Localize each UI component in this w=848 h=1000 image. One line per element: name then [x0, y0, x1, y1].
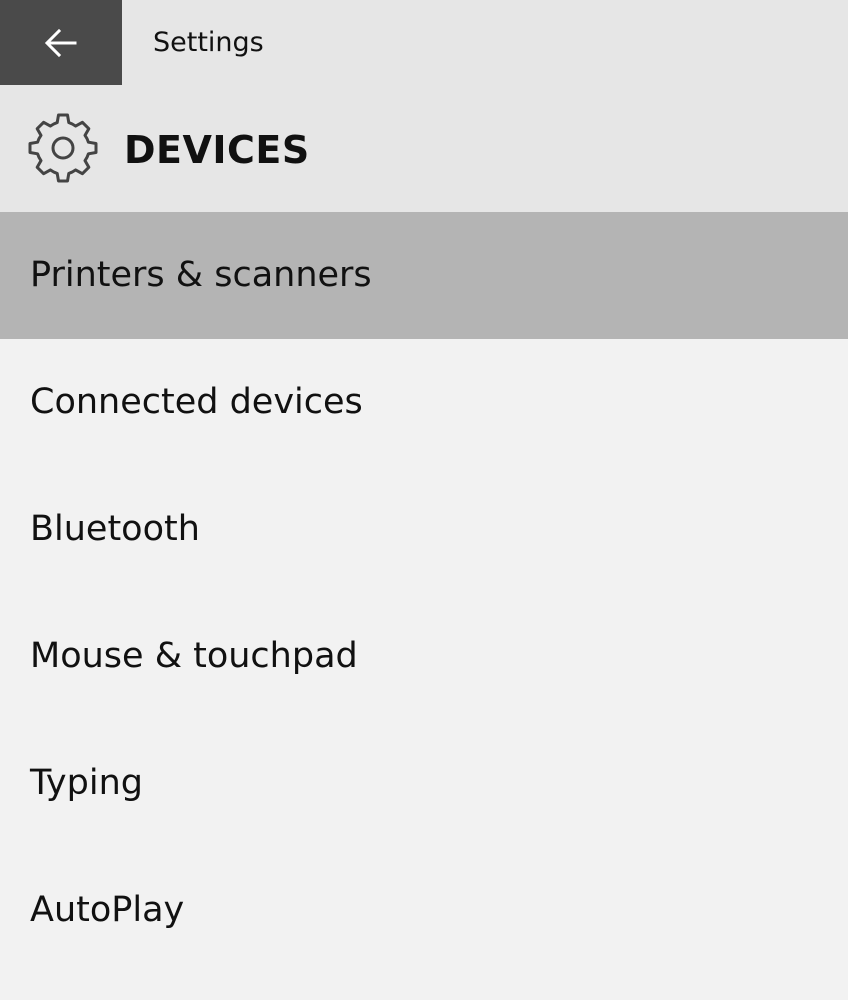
- section-title: DEVICES: [124, 128, 310, 172]
- window-title: Settings: [153, 27, 264, 58]
- page-header: DEVICES: [0, 85, 848, 212]
- devices-nav-list: Printers & scanners Connected devices Bl…: [0, 212, 848, 974]
- nav-item-label: Bluetooth: [30, 509, 200, 549]
- gear-icon: [28, 113, 98, 183]
- nav-item-typing[interactable]: Typing: [0, 720, 848, 847]
- nav-item-label: AutoPlay: [30, 890, 185, 930]
- back-arrow-icon: [44, 28, 77, 57]
- nav-item-printers-scanners[interactable]: Printers & scanners: [0, 212, 848, 339]
- nav-item-label: Mouse & touchpad: [30, 636, 358, 676]
- nav-item-connected-devices[interactable]: Connected devices: [0, 339, 848, 466]
- nav-item-label: Typing: [30, 763, 143, 803]
- nav-item-autoplay[interactable]: AutoPlay: [0, 847, 848, 974]
- title-bar: Settings: [0, 0, 848, 85]
- nav-item-label: Printers & scanners: [30, 255, 372, 295]
- back-button[interactable]: [0, 0, 122, 85]
- nav-item-bluetooth[interactable]: Bluetooth: [0, 466, 848, 593]
- nav-item-mouse-touchpad[interactable]: Mouse & touchpad: [0, 593, 848, 720]
- nav-item-label: Connected devices: [30, 382, 363, 422]
